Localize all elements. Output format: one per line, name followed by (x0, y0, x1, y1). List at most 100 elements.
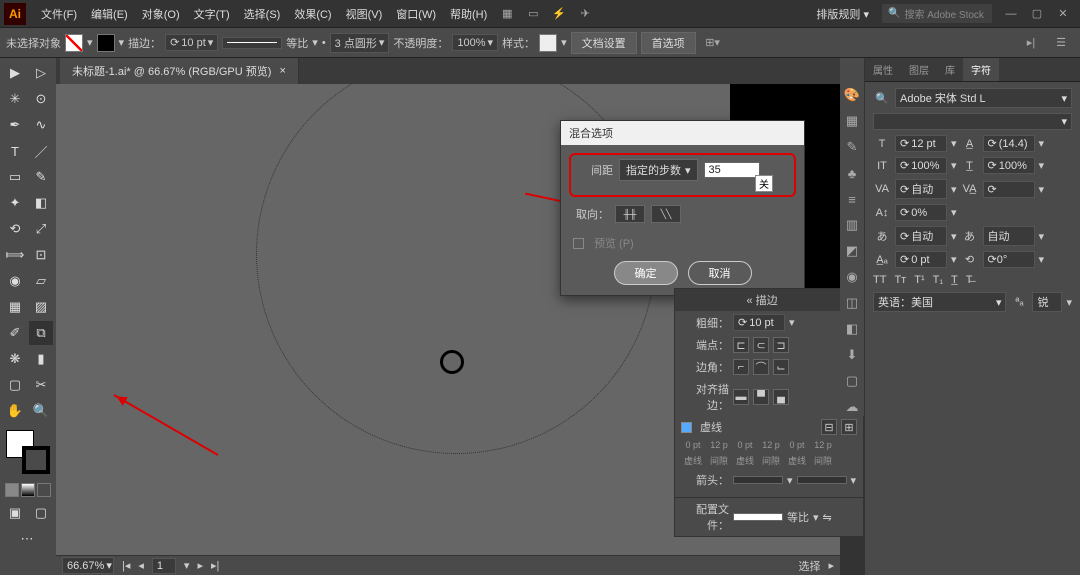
window-min-icon[interactable]: — (1000, 4, 1022, 24)
free-transform-tool[interactable]: ⊡ (29, 243, 53, 267)
direct-select-tool[interactable]: ▷ (29, 61, 53, 85)
allcaps-button[interactable]: TT (873, 274, 886, 286)
rotate-tool[interactable]: ⟲ (3, 217, 27, 241)
symbol-sprayer-tool[interactable]: ❋ (3, 347, 27, 371)
doc-tab-close[interactable]: × (279, 65, 285, 77)
dash-preserve[interactable]: ⊟ (821, 419, 837, 435)
arrange-icon[interactable]: ▭ (522, 4, 544, 24)
fill-swatch[interactable] (65, 34, 83, 52)
cap-butt[interactable]: ⊏ (733, 337, 749, 353)
swatches-panel-icon[interactable]: ▦ (843, 112, 861, 130)
screen-mode-full[interactable]: ▢ (29, 501, 53, 525)
symbols-panel-icon[interactable]: ♣ (843, 164, 861, 182)
scale-tool[interactable]: ⤢ (29, 217, 53, 241)
smallcaps-button[interactable]: Tᴛ (894, 274, 906, 286)
nav-next-icon[interactable]: ▸ (197, 559, 203, 572)
align-inside[interactable]: ▀ (753, 389, 769, 405)
asset-export-icon[interactable]: ⬇ (843, 346, 861, 364)
column-graph-tool[interactable]: ▮ (29, 347, 53, 371)
stroke-weight-field[interactable]: ⟳ 10 pt (733, 314, 785, 331)
font-size-field[interactable]: ⟳12 pt (895, 135, 947, 152)
vscale-field[interactable]: ⟳100% (895, 157, 947, 174)
align-center[interactable]: ▬ (733, 389, 749, 405)
cap-round[interactable]: ⊂ (753, 337, 769, 353)
docsetup-button[interactable]: 文档设置 (571, 32, 637, 54)
font-style-select[interactable]: ▾ (873, 113, 1072, 130)
type-tool[interactable]: T (3, 139, 27, 163)
menu-object[interactable]: 对象(O) (135, 6, 187, 22)
dashed-checkbox[interactable] (681, 422, 692, 433)
perspective-tool[interactable]: ▱ (29, 269, 53, 293)
antialias-select[interactable]: 锐 (1032, 292, 1062, 312)
arrow-end[interactable] (797, 476, 847, 484)
menu-select[interactable]: 选择(S) (237, 6, 288, 22)
superscript-button[interactable]: T¹ (914, 274, 924, 286)
hscale-field[interactable]: ⟳100% (983, 157, 1035, 174)
window-max-icon[interactable]: ▢ (1026, 4, 1048, 24)
artboards-panel-icon[interactable]: ▢ (843, 372, 861, 390)
status-menu-icon[interactable]: ▸ (828, 559, 834, 572)
width-tool[interactable]: ⟾ (3, 243, 27, 267)
profile-preview[interactable] (733, 513, 783, 521)
gpu-icon[interactable]: ⚡ (548, 4, 570, 24)
artboard-tool[interactable]: ▢ (3, 373, 27, 397)
blend-tool[interactable]: ⧉ (29, 321, 53, 345)
flip-icon[interactable]: ⇋ (823, 511, 832, 524)
panel-menu-icon[interactable]: ☰ (1050, 33, 1072, 53)
hand-tool[interactable]: ✋ (3, 399, 27, 423)
nav-last-icon[interactable]: ▸| (211, 559, 219, 572)
slice-tool[interactable]: ✂ (29, 373, 53, 397)
corner-bevel[interactable]: ⌙ (773, 359, 789, 375)
dash-align[interactable]: ⊞ (841, 419, 857, 435)
cap-square[interactable]: ⊐ (773, 337, 789, 353)
window-close-icon[interactable]: ✕ (1052, 4, 1074, 24)
color-panel-icon[interactable]: 🎨 (843, 86, 861, 104)
graphic-styles-icon[interactable]: ◫ (843, 294, 861, 312)
leading-field[interactable]: ⟳(14.4) (983, 135, 1035, 152)
aki-field[interactable]: 自动 (983, 226, 1035, 246)
menu-type[interactable]: 文字(T) (187, 6, 237, 22)
subscript-button[interactable]: T₁ (933, 274, 943, 286)
paintbrush-tool[interactable]: ✎ (29, 165, 53, 189)
orient-page-button[interactable]: ╫╫ (615, 205, 645, 223)
stock-search[interactable]: 🔍搜索 Adobe Stock (882, 4, 992, 23)
selection-tool[interactable]: ▶ (3, 61, 27, 85)
gradient-mode-btn[interactable] (21, 483, 35, 497)
brushes-panel-icon[interactable]: ✎ (843, 138, 861, 156)
curvature-tool[interactable]: ∿ (29, 113, 53, 137)
eyedropper-tool[interactable]: ✐ (3, 321, 27, 345)
gradient-tool[interactable]: ▨ (29, 295, 53, 319)
appearance-panel-icon[interactable]: ◉ (843, 268, 861, 286)
tsume-field[interactable]: ⟳自动 (895, 226, 947, 246)
zoom-field[interactable]: 66.67% ▾ (62, 557, 114, 574)
rotate-field[interactable]: ⟳0° (983, 251, 1035, 268)
rectangle-tool[interactable]: ▭ (3, 165, 27, 189)
transparency-panel-icon[interactable]: ◩ (843, 242, 861, 260)
tab-character[interactable]: 字符 (963, 58, 999, 81)
opacity-field[interactable]: 100% ▾ (452, 34, 498, 51)
stroke-indicator[interactable] (22, 446, 50, 474)
lasso-tool[interactable]: ⊙ (29, 87, 53, 111)
stroke-panel-icon[interactable]: ≡ (843, 190, 861, 208)
document-tab[interactable]: 未标题-1.ai* @ 66.67% (RGB/GPU 预览) × (60, 58, 299, 84)
color-mode-btn[interactable] (5, 483, 19, 497)
preview-checkbox[interactable] (573, 238, 584, 249)
spacing-mode-select[interactable]: 指定的步数▾ (619, 159, 698, 181)
fill-stroke-indicator[interactable] (6, 430, 50, 474)
screen-mode-normal[interactable]: ▣ (3, 501, 27, 525)
tab-libraries[interactable]: 库 (937, 58, 963, 81)
ok-button[interactable]: 确定 (614, 261, 678, 285)
spacing-value-input[interactable] (704, 162, 760, 178)
tracking-field[interactable]: ⟳ (983, 181, 1035, 198)
none-mode-btn[interactable] (37, 483, 51, 497)
layers-panel-icon[interactable]: ◧ (843, 320, 861, 338)
strikethrough-button[interactable]: T̶ (966, 274, 973, 286)
stroke-profile-preview[interactable] (222, 37, 282, 49)
menu-help[interactable]: 帮助(H) (443, 6, 494, 22)
align-icon[interactable]: ⊞▾ (702, 33, 724, 53)
artboard-nav-field[interactable]: 1 (152, 558, 176, 574)
edit-toolbar[interactable]: ⋯ (3, 527, 51, 551)
nav-first-icon[interactable]: |◂ (122, 559, 130, 572)
style-swatch[interactable] (539, 34, 557, 52)
align-outside[interactable]: ▄ (773, 389, 789, 405)
